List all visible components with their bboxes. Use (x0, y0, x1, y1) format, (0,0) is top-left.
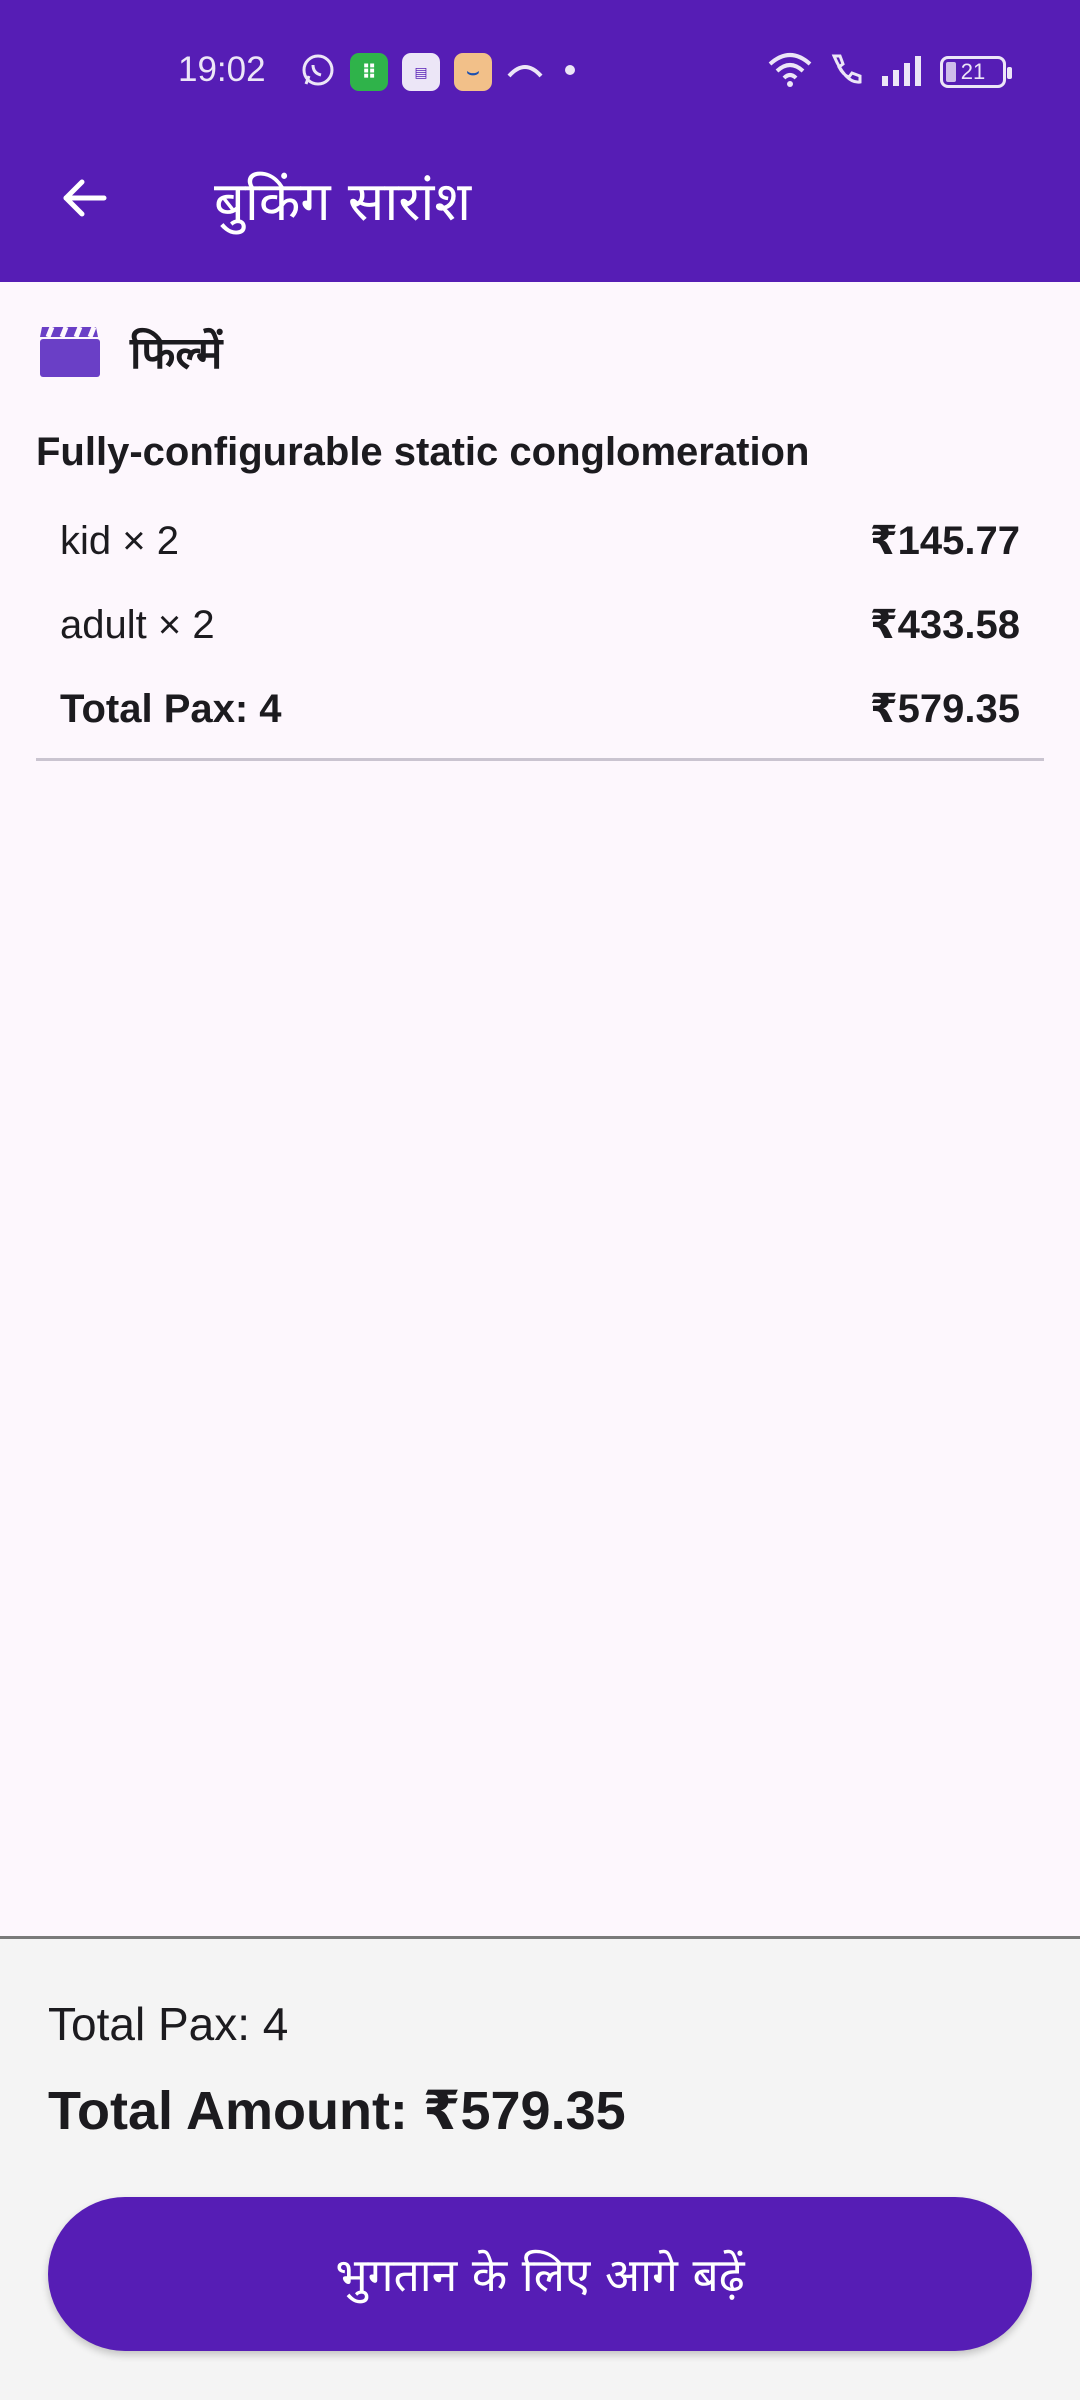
back-button[interactable] (44, 158, 124, 238)
total-price: ₹579.35 (869, 687, 1020, 731)
movie-clapper-icon (40, 326, 100, 377)
wifi-call-icon (828, 52, 864, 93)
line-label: kid × 2 (60, 518, 179, 563)
battery-icon: 21 (940, 56, 1012, 88)
battery-level: 21 (960, 59, 986, 84)
section-header: फिल्में (38, 316, 222, 386)
app-khata-icon: ▤ (402, 53, 440, 91)
list-item: adult × 2 ₹433.58 (60, 595, 1020, 655)
missed-call-icon (506, 58, 544, 87)
app-green-icon: ⠿ (350, 53, 388, 91)
list-item: kid × 2 ₹145.77 (60, 511, 1020, 571)
line-label: adult × 2 (60, 602, 215, 647)
amazon-icon: ⌣ (454, 53, 492, 91)
line-price: ₹145.77 (869, 519, 1020, 563)
line-price: ₹433.58 (869, 603, 1020, 647)
signal-icon (880, 54, 924, 91)
page-title: बुकिंग सारांश (214, 170, 472, 233)
section-title: फिल्में (130, 328, 223, 379)
summary-total-pax: Total Pax: 4 (48, 1998, 289, 2050)
arrow-back-icon (63, 179, 107, 217)
status-bar: 19:02 ⠿ ▤ ⌣ 21 (0, 0, 1080, 144)
notification-icons: ⠿ ▤ ⌣ (300, 50, 582, 94)
divider (36, 758, 1044, 761)
proceed-to-payment-button[interactable]: भुगतान के लिए आगे बढ़ें (48, 2197, 1032, 2351)
app-bar: 19:02 ⠿ ▤ ⌣ 21 बुकिंग सारांश (0, 0, 1080, 282)
summary-total-amount: Total Amount: ₹579.35 (48, 2081, 626, 2141)
bottom-summary-bar: Total Pax: 4 Total Amount: ₹579.35 भुगता… (0, 1936, 1080, 2400)
total-pax-label: Total Pax: 4 (60, 686, 282, 731)
system-icons: 21 (768, 50, 1012, 94)
wifi-icon (768, 52, 812, 93)
total-row: Total Pax: 4 ₹579.35 (60, 679, 1020, 739)
dot-icon (558, 58, 582, 87)
whatsapp-icon (300, 52, 336, 93)
item-title: Fully-configurable static conglomeration (36, 430, 810, 474)
status-time: 19:02 (178, 50, 266, 89)
